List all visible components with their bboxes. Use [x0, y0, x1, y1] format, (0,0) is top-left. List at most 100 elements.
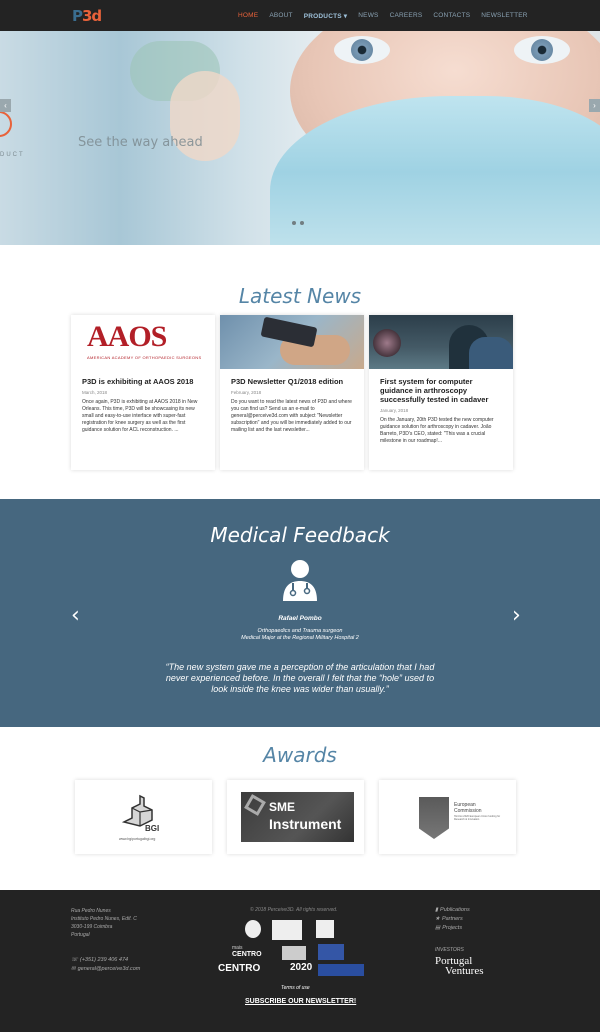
news-card-excerpt: Do you want to read the latest news of P…	[231, 399, 352, 433]
testimonial-name: Rafael Pombo	[278, 615, 322, 622]
bgi-label: BGI	[145, 824, 160, 833]
testimonial-role: Orthopaedics and Trauma surgeon	[257, 628, 343, 634]
hero-eye	[334, 36, 390, 64]
carousel-indicators	[292, 221, 304, 225]
link-label[interactable]: Projects	[442, 925, 462, 931]
centro2020-logo: CENTRO	[218, 963, 261, 974]
feedback-next-button[interactable]: ›	[512, 603, 521, 628]
doctor-avatar-icon	[283, 560, 317, 601]
hero-eye	[514, 36, 570, 64]
document-icon: ▤	[435, 925, 441, 931]
copyright: © 2018 Perceive3D. All rights reserved.	[250, 907, 338, 913]
phone-number[interactable]: (+351) 239 406 474	[80, 957, 128, 963]
ec-title: European Commission	[454, 802, 482, 814]
nav-news[interactable]: NEWS	[358, 12, 378, 20]
news-card-date: February, 2018	[231, 390, 262, 395]
star-icon: ★	[435, 916, 440, 922]
news-card[interactable]: P3D Newsletter Q1/2018 edition February,…	[220, 315, 364, 470]
news-card-title[interactable]: P3D is exhibiting at AAOS 2018	[82, 377, 204, 386]
funding-logo	[245, 920, 261, 938]
news-card[interactable]: First system for computer guidance in ar…	[369, 315, 513, 470]
news-card-date: March, 2018	[82, 390, 108, 395]
bgi-logo-icon	[122, 794, 153, 827]
footer-phone[interactable]: ☏ (+351) 239 406 474	[71, 956, 140, 965]
award-european-commission[interactable]: European Commission Horizon 2020 Europea…	[379, 780, 516, 854]
carousel-dot[interactable]	[292, 221, 296, 225]
news-card-excerpt: Once again, P3D is exhibiting at AAOS 20…	[82, 399, 198, 433]
qr-code	[316, 920, 334, 938]
nav-contacts[interactable]: CONTACTS	[433, 12, 470, 20]
surgeon-graphic	[469, 337, 513, 369]
footer: Rua Pedro Nunes Instituto Pedro Nunes, E…	[0, 890, 600, 1032]
portugal-ventures-logo[interactable]: Portugal Ventures	[435, 956, 484, 977]
centro-label: CENTRO	[232, 951, 262, 958]
address-line: Portugal	[71, 932, 90, 938]
address-line: Instituto Pedro Nunes, Edif. C	[71, 916, 137, 922]
subscribe-newsletter-link[interactable]: SUBSCRIBE OUR NEWSLETTER!	[245, 998, 356, 1005]
news-card[interactable]: AAOS AMERICAN ACADEMY OF ORTHOPAEDIC SUR…	[71, 315, 215, 470]
hero-tagline: See the way ahead	[78, 135, 203, 150]
carousel-prev-button[interactable]: ‹	[0, 99, 11, 112]
main-menu: HOME ABOUT PRODUCTS ▾ NEWS CAREERS CONTA…	[238, 12, 539, 20]
news-image-aaos[interactable]: AAOS AMERICAN ACADEMY OF ORTHOPAEDIC SUR…	[71, 315, 215, 369]
address-line: Rua Pedro Nunes	[71, 908, 111, 914]
terms-of-use-link[interactable]: Terms of use	[281, 985, 310, 991]
aaos-logo-text: AAOS	[87, 320, 167, 353]
phone-icon: ☏	[71, 957, 78, 963]
footer-link-partners[interactable]: ★ Partners	[435, 915, 470, 924]
news-image-phone[interactable]	[220, 315, 364, 369]
nav-products[interactable]: PRODUCTS ▾	[304, 12, 348, 20]
address-line: 3030-199 Coimbra	[71, 924, 113, 930]
eu-flag-icon	[318, 944, 344, 960]
hexagon-icon	[244, 794, 266, 816]
news-card-title[interactable]: P3D Newsletter Q1/2018 edition	[231, 377, 353, 386]
hero-product-label: DUCT	[0, 152, 25, 158]
investors-label: INVESTORS	[435, 947, 464, 953]
news-card-title[interactable]: First system for computer guidance in ar…	[380, 377, 502, 404]
instrument-label: Instrument	[269, 816, 342, 832]
link-label[interactable]: Publications	[440, 907, 470, 913]
carousel-next-button[interactable]: ›	[589, 99, 600, 112]
news-image-surgery[interactable]	[369, 315, 513, 369]
eu-funding-logo	[318, 964, 364, 976]
nav-newsletter[interactable]: NEWSLETTER	[481, 12, 527, 20]
ec-subtitle: Horizon 2020 European Union funding for …	[454, 815, 501, 821]
link-label[interactable]: Partners	[442, 916, 463, 922]
feedback-prev-button[interactable]: ‹	[71, 603, 80, 628]
bgi-url: www.bgiportugalbgi.org	[119, 837, 156, 841]
ec-seal-icon	[419, 797, 449, 839]
book-icon: ▮	[435, 907, 439, 913]
nav-careers[interactable]: CAREERS	[390, 12, 423, 20]
carousel-dot[interactable]	[300, 221, 304, 225]
footer-email[interactable]: ✉ general@perceive3d.com	[71, 965, 140, 974]
news-card-excerpt: On the January, 20th P3D tested the new …	[380, 417, 494, 444]
funding-logos: mais CENTRO CENTRO 2020	[218, 918, 364, 978]
footer-links: ▮ Publications ★ Partners ▤ Projects	[435, 906, 470, 933]
footer-link-publications[interactable]: ▮ Publications	[435, 906, 470, 915]
portugal2020-logo: 2020	[290, 962, 313, 973]
latest-news-title: Latest News	[238, 284, 362, 308]
award-sme-instrument[interactable]: SME Instrument	[227, 780, 364, 854]
footer-link-projects[interactable]: ▤ Projects	[435, 924, 470, 933]
news-card-date: January, 2018	[380, 408, 409, 413]
top-navbar: P3d HOME ABOUT PRODUCTS ▾ NEWS CAREERS C…	[0, 0, 600, 31]
hero-carousel: DUCT See the way ahead ‹ ›	[0, 31, 600, 245]
news-cards: AAOS AMERICAN ACADEMY OF ORTHOPAEDIC SUR…	[71, 315, 513, 470]
medical-feedback-section: Medical Feedback Rafael Pombo Orthopaedi…	[0, 499, 600, 727]
awards-title: Awards	[263, 743, 337, 767]
nav-home[interactable]: HOME	[238, 12, 258, 20]
testimonial-quote: “The new system gave me a perception of …	[165, 662, 435, 694]
envelope-icon: ✉	[71, 966, 76, 972]
footer-contact: ☏ (+351) 239 406 474 ✉ general@perceive3d.…	[71, 956, 140, 974]
medical-feedback-title: Medical Feedback	[210, 523, 390, 547]
nav-about[interactable]: ABOUT	[269, 12, 292, 20]
aaos-logo-subtitle: AMERICAN ACADEMY OF ORTHOPAEDIC SURGEONS	[87, 355, 202, 360]
sme-label: SME	[269, 800, 296, 814]
footer-address: Rua Pedro Nunes Instituto Pedro Nunes, E…	[71, 907, 137, 939]
monitor-graphic	[373, 329, 401, 357]
sme-instrument-logo: SME Instrument	[241, 792, 354, 842]
email-address[interactable]: general@perceive3d.com	[78, 966, 141, 972]
award-bgi[interactable]: BGI www.bgiportugalbgi.org	[75, 780, 212, 854]
p3d-logo[interactable]: P3d	[72, 7, 102, 25]
investor-name: Ventures	[445, 965, 484, 977]
